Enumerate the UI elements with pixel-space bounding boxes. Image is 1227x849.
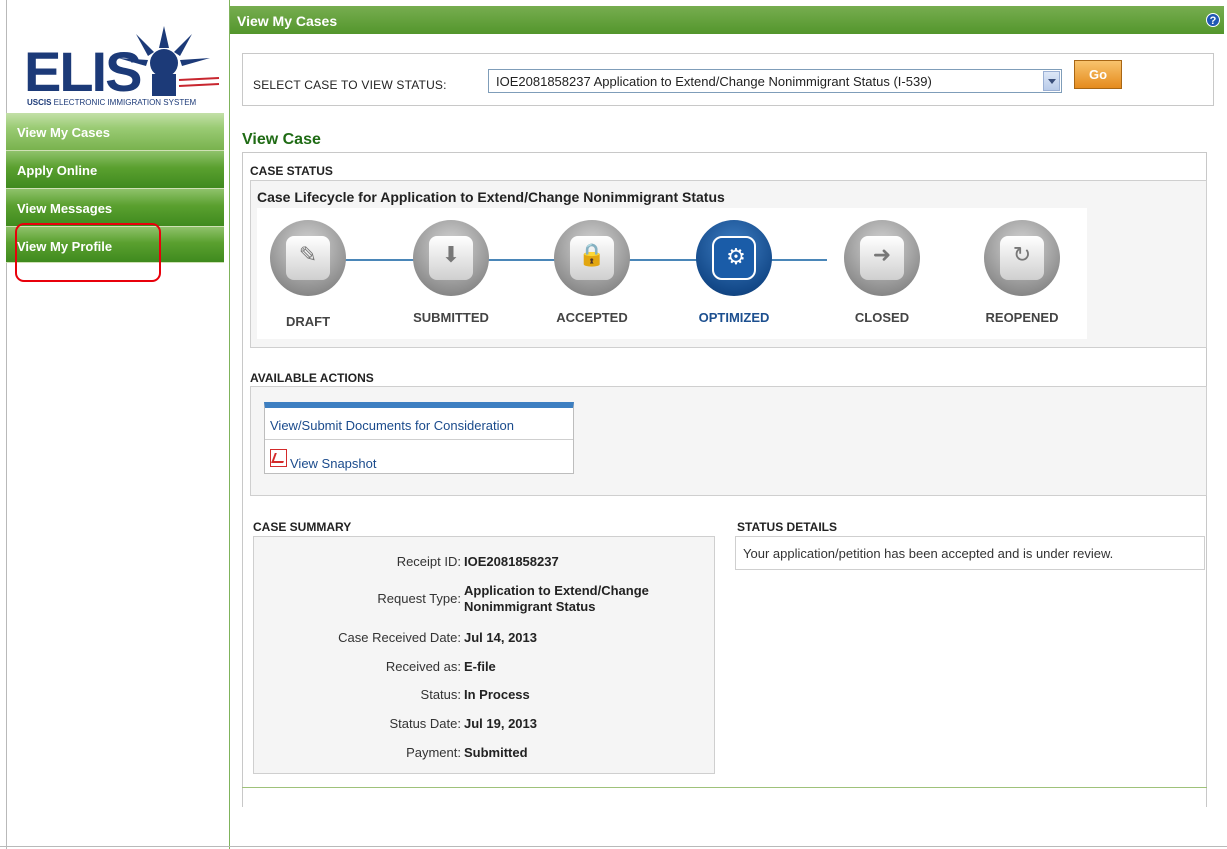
help-icon[interactable]: ? (1206, 13, 1220, 27)
available-actions-heading: AVAILABLE ACTIONS (250, 371, 374, 385)
case-status-panel: Case Lifecycle for Application to Extend… (250, 180, 1207, 348)
status-details-panel: Your application/petition has been accep… (735, 536, 1205, 570)
status-details-heading: STATUS DETAILS (737, 520, 837, 534)
sidebar-item-view-my-cases[interactable]: View My Cases (6, 113, 224, 151)
stage-accepted: 🔒 ACCEPTED (547, 220, 637, 325)
sidebar-item-view-messages[interactable]: View Messages (6, 189, 224, 227)
case-summary-panel: Receipt ID: IOE2081858237 Request Type: … (253, 536, 715, 774)
select-case-label: SELECT CASE TO VIEW STATUS: (253, 78, 447, 92)
go-button[interactable]: Go (1074, 60, 1122, 89)
pdf-icon[interactable] (270, 449, 287, 467)
page-header-title: View My Cases (237, 13, 338, 29)
logo-wordmark: ELIS (24, 40, 142, 103)
stage-accepted-badge: 🔒 (554, 220, 630, 296)
sidebar-item-apply-online[interactable]: Apply Online (6, 151, 224, 189)
status-details-text: Your application/petition has been accep… (743, 546, 1114, 561)
stage-optimized: ⚙ OPTIMIZED (689, 220, 779, 325)
lock-icon: 🔒 (578, 242, 606, 267)
actions-divider (265, 439, 573, 440)
sidebar: ELIS USCIS ELECTRONIC IMMIGRATION SYSTEM… (6, 0, 224, 849)
elis-logo[interactable]: ELIS USCIS ELECTRONIC IMMIGRATION SYSTEM (14, 8, 224, 108)
document-icon: ✎ (298, 242, 318, 267)
bottom-border (0, 846, 1227, 847)
stage-accepted-label: ACCEPTED (556, 310, 628, 325)
gears-icon: ⚙ (726, 244, 746, 269)
lifecycle-title: Case Lifecycle for Application to Extend… (257, 189, 725, 205)
logo-subtitle: USCIS ELECTRONIC IMMIGRATION SYSTEM (27, 98, 197, 107)
footer-divider (242, 787, 1207, 788)
download-icon: ⬇ (441, 242, 461, 267)
stage-closed-label: CLOSED (854, 310, 910, 325)
stage-submitted-badge: ⬇ (413, 220, 489, 296)
folder-arrow-icon: ➜ (872, 242, 892, 267)
case-summary-heading: CASE SUMMARY (253, 520, 352, 534)
stage-closed: ➜ CLOSED (837, 220, 927, 325)
stage-reopened: ↻ REOPENED (977, 220, 1067, 325)
stage-submitted-label: SUBMITTED (413, 310, 489, 325)
case-lifecycle-tracker: ✎ DRAFT ⬇ SUBMITTED 🔒 ACCEPTED ⚙ OPTIMIZ… (257, 208, 1087, 339)
actions-list: View/Submit Documents for Consideration … (264, 402, 574, 474)
stage-draft: ✎ DRAFT (263, 220, 353, 329)
available-actions-panel: View/Submit Documents for Consideration … (250, 386, 1207, 496)
stage-optimized-label: OPTIMIZED (698, 310, 770, 325)
stage-submitted: ⬇ SUBMITTED (406, 220, 496, 325)
case-select-value: IOE2081858237 Application to Extend/Chan… (496, 74, 932, 89)
highlight-annotation (15, 223, 161, 282)
chevron-down-icon[interactable] (1043, 71, 1060, 91)
view-submit-documents-link[interactable]: View/Submit Documents for Consideration (270, 418, 514, 433)
case-select-dropdown[interactable]: IOE2081858237 Application to Extend/Chan… (488, 69, 1062, 93)
view-case-title: View Case (242, 131, 321, 148)
case-status-heading: CASE STATUS (250, 164, 333, 178)
stage-reopened-badge: ↻ (984, 220, 1060, 296)
stage-reopened-label: REOPENED (985, 310, 1059, 325)
main-content: View My Cases ? SELECT CASE TO VIEW STAT… (229, 0, 1227, 849)
view-snapshot-link[interactable]: View Snapshot (290, 456, 377, 471)
page-header-bar: View My Cases ? (230, 6, 1224, 34)
stage-closed-badge: ➜ (844, 220, 920, 296)
stage-optimized-badge: ⚙ (696, 220, 772, 296)
stage-draft-label: DRAFT (285, 314, 331, 329)
stage-draft-badge: ✎ (270, 220, 346, 296)
folder-open-icon: ↻ (1012, 242, 1032, 267)
select-case-panel: SELECT CASE TO VIEW STATUS: IOE208185823… (242, 53, 1214, 106)
